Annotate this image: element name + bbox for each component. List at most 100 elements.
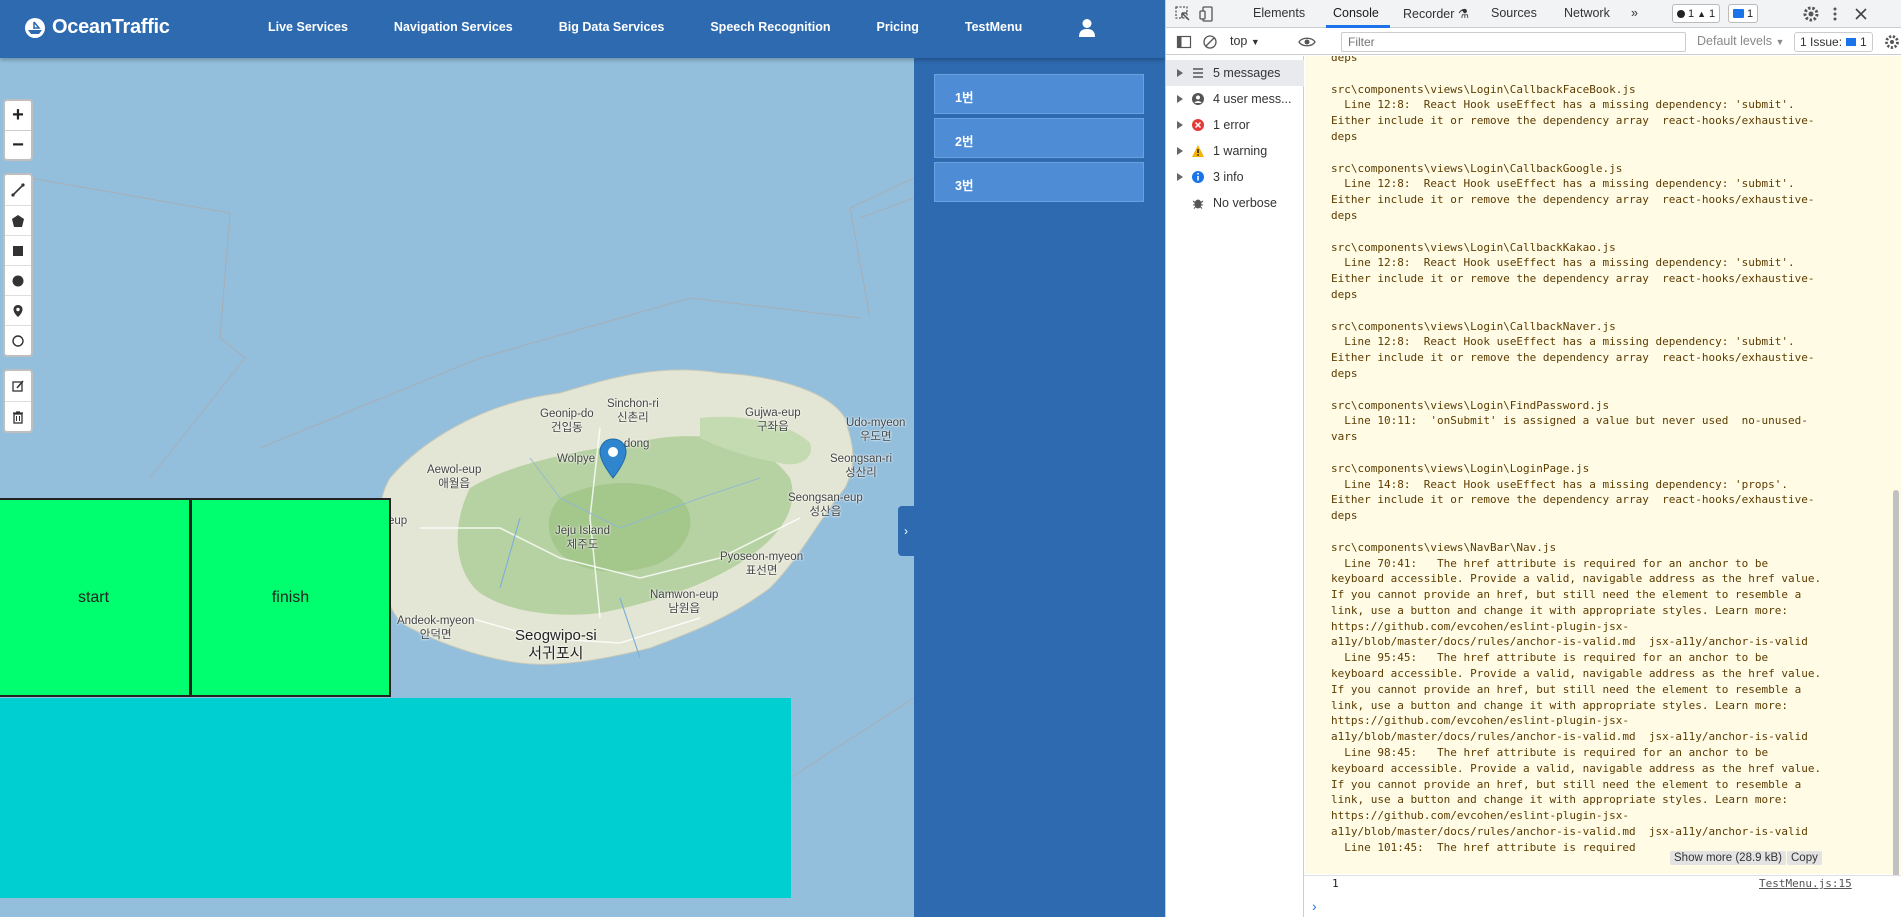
expand-triangle-icon (1177, 95, 1183, 103)
draw-polyline-icon[interactable] (5, 175, 31, 205)
nav-testmenu[interactable]: TestMenu (965, 20, 1022, 34)
sidebar-item-warnings[interactable]: 1 warning (1166, 138, 1304, 164)
place-label: Sinchon-ri 신촌리 (607, 398, 659, 424)
sidebar-item-user-messages[interactable]: 4 user mess... (1166, 86, 1304, 112)
user-account-icon[interactable] (1078, 18, 1096, 38)
tab-sources[interactable]: Sources (1491, 6, 1537, 20)
console-filter-input[interactable] (1341, 32, 1686, 52)
settings-gear-icon[interactable] (1802, 5, 1820, 23)
place-label: Seongsan-eup 성산읍 (788, 492, 863, 518)
inspect-element-icon[interactable] (1174, 5, 1192, 23)
sidebar-toggle-icon[interactable] (1176, 34, 1192, 50)
delete-layers-icon[interactable] (5, 401, 31, 431)
copy-button[interactable]: Copy (1787, 851, 1822, 865)
sidebar-item-label: 3 info (1213, 170, 1244, 184)
zoom-in-button[interactable]: + (5, 101, 31, 130)
list-icon (1193, 68, 1203, 78)
tab-recorder[interactable]: Recorder ⚗ (1403, 6, 1469, 21)
sidebar-item-label: No verbose (1213, 196, 1277, 210)
devtools-panel: Elements Console Recorder ⚗ Sources Netw… (1165, 0, 1901, 917)
sidebar-item-label: 1 error (1213, 118, 1250, 132)
map-marker-icon[interactable] (598, 438, 628, 480)
device-toolbar-icon[interactable] (1198, 5, 1216, 23)
warning-count: 1 (1709, 7, 1716, 20)
brand-logo[interactable]: OceanTraffic (24, 16, 170, 39)
console-toolbar: top ▼ Default levels ▼ 1 Issue: 1 (1166, 29, 1901, 55)
context-selector[interactable]: top ▼ (1230, 34, 1260, 48)
sidebar-item-errors[interactable]: 1 error (1166, 112, 1304, 138)
place-label: Andeok-myeon 안덕면 (397, 615, 475, 641)
brand-name: OceanTraffic (52, 16, 170, 38)
zoom-out-button[interactable]: − (5, 130, 31, 159)
nav-live-services[interactable]: Live Services (268, 20, 348, 34)
sidebar-item-messages[interactable]: 5 messages (1166, 60, 1304, 86)
place-label: Geonip-do 건입동 (540, 408, 594, 434)
start-button[interactable]: start (0, 498, 191, 697)
zoom-control: + − (3, 99, 33, 161)
nav-big-data-services[interactable]: Big Data Services (559, 20, 665, 34)
tab-elements[interactable]: Elements (1253, 6, 1305, 20)
panel-collapse-button[interactable]: › (898, 506, 914, 556)
place-label: Wolpye (557, 453, 596, 465)
issues-count: 1 (1860, 35, 1867, 49)
sidebar-item-label: 5 messages (1213, 66, 1281, 80)
finish-button[interactable]: finish (190, 498, 391, 697)
nav-menu: Live Services Navigation Services Big Da… (268, 20, 1068, 34)
log-levels-dropdown[interactable]: Default levels ▼ (1697, 34, 1784, 48)
draw-circle-marker-icon[interactable] (5, 325, 31, 355)
console-settings-gear-icon[interactable] (1884, 34, 1900, 50)
console-output[interactable]: deps src\components\views\Login\Callback… (1305, 56, 1901, 874)
more-tabs-button[interactable]: » (1631, 6, 1638, 20)
console-prompt[interactable]: › (1312, 898, 1317, 914)
edit-toolbar (3, 369, 33, 433)
side-item-3[interactable]: 3번 (934, 162, 1144, 202)
console-scrollbar[interactable] (1893, 490, 1899, 880)
issue-message-icon (1846, 38, 1857, 46)
draw-polygon-icon[interactable] (5, 205, 31, 235)
place-label: Seogwipo-si 서귀포시 (515, 627, 597, 662)
show-more-button[interactable]: Show more (28.9 kB) (1670, 851, 1787, 865)
place-label: Udo-myeon 우도면 (846, 417, 906, 443)
sidebar-item-info[interactable]: 3 info (1166, 164, 1304, 190)
tab-console[interactable]: Console (1333, 6, 1379, 20)
side-item-1[interactable]: 1번 (934, 74, 1144, 114)
messages-badge[interactable]: 1 (1728, 4, 1759, 23)
nav-speech-recognition[interactable]: Speech Recognition (710, 20, 830, 34)
place-label: Gujwa-eup 구좌읍 (745, 407, 801, 433)
draw-toolbar (3, 173, 33, 357)
devtools-tabbar: Elements Console Recorder ⚗ Sources Netw… (1166, 0, 1901, 28)
active-tab-indicator (1326, 25, 1390, 28)
place-label: Pyoseon-myeon 표선면 (720, 551, 804, 577)
nav-navigation-services[interactable]: Navigation Services (394, 20, 513, 34)
warning-icon (1192, 145, 1204, 157)
close-devtools-icon[interactable] (1852, 5, 1870, 23)
flask-icon: ⚗ (1457, 7, 1470, 21)
clear-console-icon[interactable] (1202, 34, 1218, 50)
console-sidebar: 5 messages 4 user mess... 1 error 1 warn… (1166, 56, 1304, 917)
more-options-icon[interactable] (1826, 5, 1844, 23)
app-viewport: Geonip-do 건입동 Sinchon-ri 신촌리 Gujwa-eup 구좌읍 … (0, 0, 1165, 917)
console-log-source-link[interactable]: TestMenu.js:15 (1759, 877, 1852, 890)
dropdown-arrow-icon: ▼ (1250, 37, 1260, 47)
edit-layers-icon[interactable] (5, 371, 31, 401)
sidebar-item-verbose[interactable]: No verbose (1166, 190, 1304, 216)
error-count: 1 (1688, 7, 1695, 20)
message-icon (1733, 9, 1744, 18)
side-item-2[interactable]: 2번 (934, 118, 1144, 158)
ship-logo-icon (25, 17, 45, 38)
top-navbar: OceanTraffic Live Services Navigation Se… (0, 0, 1165, 58)
console-warning-message: deps src\components\views\Login\Callback… (1331, 56, 1822, 854)
error-warning-badge[interactable]: 1 ▲ 1 (1672, 4, 1721, 23)
console-log-value: 1 (1332, 877, 1339, 890)
tab-network[interactable]: Network (1564, 6, 1610, 20)
live-expression-eye-icon[interactable] (1298, 34, 1316, 50)
issues-button[interactable]: 1 Issue: 1 (1794, 32, 1873, 52)
error-dot-icon (1677, 9, 1685, 18)
nav-pricing[interactable]: Pricing (877, 20, 919, 34)
draw-marker-icon[interactable] (5, 295, 31, 325)
draw-circle-icon[interactable] (5, 265, 31, 295)
place-label: Jeju Island 제주도 (555, 525, 610, 551)
info-icon (1192, 171, 1204, 183)
error-icon (1192, 119, 1204, 131)
draw-rectangle-icon[interactable] (5, 235, 31, 265)
